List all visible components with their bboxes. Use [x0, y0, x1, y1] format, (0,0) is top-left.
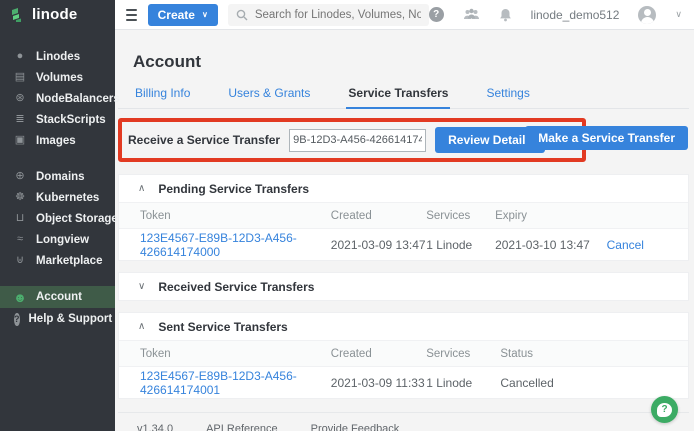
cell-expiry: 2021-03-10 13:47	[495, 238, 590, 252]
pending-transfers-header[interactable]: ∧ Pending Service Transfers	[119, 175, 688, 202]
username[interactable]: linode_demo512	[531, 8, 620, 22]
search-bar[interactable]	[228, 4, 429, 26]
col-created: Created	[331, 210, 426, 222]
sidebar-item-kubernetes[interactable]: ☸ Kubernetes	[0, 187, 115, 208]
tab-users-grants[interactable]: Users & Grants	[226, 86, 312, 108]
search-input[interactable]	[255, 9, 421, 21]
api-reference-link[interactable]: API Reference	[206, 423, 278, 431]
sent-table-header: Token Created Services Status	[119, 340, 688, 367]
cancel-link[interactable]: Cancel	[607, 238, 644, 252]
pending-table-header: Token Created Services Expiry	[119, 202, 688, 229]
topbar-icons: ? linode_demo512 ∨	[429, 6, 694, 24]
logo[interactable]: linode	[0, 0, 115, 30]
token-link[interactable]: 123E4567-E89B-12D3-A456-426614174000	[140, 231, 331, 259]
cell-services: 1 Linode	[426, 376, 500, 390]
user-avatar[interactable]	[638, 6, 656, 24]
collapse-chevron-up-icon: ∧	[138, 322, 145, 332]
linodes-icon: ●	[13, 51, 27, 62]
cell-created: 2021-03-09 11:33	[331, 376, 426, 390]
sidebar-item-marketplace[interactable]: ⊎ Marketplace	[0, 250, 115, 271]
images-icon: ▣	[13, 135, 27, 146]
col-created: Created	[331, 348, 426, 360]
nodebalancers-icon: ⊛	[13, 93, 27, 104]
sidebar-item-nodebalancers[interactable]: ⊛ NodeBalancers	[0, 88, 115, 109]
col-token: Token	[140, 210, 331, 222]
volumes-icon: ▤	[13, 72, 27, 83]
help-support-icon: ?	[14, 313, 20, 326]
account-tabs: Billing Info Users & Grants Service Tran…	[118, 86, 689, 109]
help-chat-question-icon: ?	[657, 403, 672, 417]
notifications-bell-icon[interactable]	[499, 8, 512, 22]
received-transfers-header[interactable]: ∨ Received Service Transfers	[119, 273, 688, 300]
marketplace-icon: ⊎	[13, 255, 27, 266]
logo-text: linode	[32, 6, 77, 23]
object-storage-icon: ⊔	[13, 213, 27, 224]
sidebar-item-help-support[interactable]: ? Help & Support	[0, 308, 115, 330]
footer: v1.34.0 API Reference Provide Feedback	[118, 412, 689, 431]
sidebar-item-volumes[interactable]: ▤ Volumes	[0, 67, 115, 88]
sidebar-item-images[interactable]: ▣ Images	[0, 130, 115, 151]
kubernetes-icon: ☸	[13, 192, 27, 203]
table-row: 123E4567-E89B-12D3-A456-426614174000 202…	[119, 229, 688, 260]
col-expiry: Expiry	[495, 210, 590, 222]
cell-status: Cancelled	[500, 376, 670, 390]
topbar: linode Create ∨ ?	[0, 0, 694, 30]
create-button-label: Create	[158, 8, 195, 22]
cell-created: 2021-03-09 13:47	[331, 238, 426, 252]
sidebar-item-account[interactable]: ☻ Account	[0, 286, 115, 308]
sidebar-item-object-storage[interactable]: ⊔ Object Storage	[0, 208, 115, 229]
sidebar-item-longview[interactable]: ≈ Longview	[0, 229, 115, 250]
sent-transfers-panel: ∧ Sent Service Transfers Token Created S…	[118, 312, 689, 399]
col-token: Token	[140, 348, 331, 360]
receive-transfer-label: Receive a Service Transfer	[128, 133, 280, 147]
transfer-action-row: Receive a Service Transfer Review Detail…	[118, 118, 689, 163]
community-icon[interactable]	[463, 8, 480, 21]
version-label: v1.34.0	[137, 423, 173, 431]
app-window: linode Create ∨ ?	[0, 0, 694, 431]
token-link[interactable]: 123E4567-E89B-12D3-A456-426614174001	[140, 369, 331, 397]
received-transfers-panel: ∨ Received Service Transfers	[118, 272, 689, 301]
main-content: Account Billing Info Users & Grants Serv…	[115, 30, 694, 431]
tab-billing-info[interactable]: Billing Info	[133, 86, 192, 108]
provide-feedback-link[interactable]: Provide Feedback	[311, 423, 400, 431]
longview-icon: ≈	[13, 234, 27, 245]
sidebar-item-domains[interactable]: ⊕ Domains	[0, 166, 115, 187]
tab-service-transfers[interactable]: Service Transfers	[346, 86, 450, 109]
col-status: Status	[500, 348, 670, 360]
linode-logo-icon	[10, 7, 26, 23]
pending-transfers-panel: ∧ Pending Service Transfers Token Create…	[118, 174, 689, 261]
menu-hamburger-icon[interactable]	[126, 9, 137, 21]
table-row: 123E4567-E89B-12D3-A456-426614174001 202…	[119, 367, 688, 398]
annotation-highlight-box: Receive a Service Transfer Review Detail…	[118, 118, 586, 162]
create-button[interactable]: Create ∨	[148, 4, 218, 26]
sidebar-item-stackscripts[interactable]: ≣ StackScripts	[0, 109, 115, 130]
domains-icon: ⊕	[13, 171, 27, 182]
sent-transfers-header[interactable]: ∧ Sent Service Transfers	[119, 313, 688, 340]
stackscripts-icon: ≣	[13, 114, 27, 125]
make-service-transfer-button[interactable]: Make a Service Transfer	[525, 126, 688, 150]
tab-settings[interactable]: Settings	[484, 86, 531, 108]
sidebar: ● Linodes ▤ Volumes ⊛ NodeBalancers ≣ St…	[0, 30, 115, 431]
account-menu-chevron-icon[interactable]: ∨	[675, 9, 682, 20]
chevron-down-icon: ∨	[202, 11, 208, 19]
cell-services: 1 Linode	[426, 238, 495, 252]
help-chat-button[interactable]: ?	[651, 396, 678, 423]
col-services: Services	[426, 348, 500, 360]
search-icon	[236, 9, 248, 21]
sidebar-item-linodes[interactable]: ● Linodes	[0, 46, 115, 67]
transfer-token-input[interactable]	[289, 129, 426, 152]
help-icon[interactable]: ?	[429, 7, 444, 22]
col-services: Services	[426, 210, 495, 222]
collapse-chevron-up-icon: ∧	[138, 184, 145, 194]
expand-chevron-down-icon: ∨	[138, 282, 145, 292]
account-icon: ☻	[13, 291, 27, 304]
page-title: Account	[133, 52, 689, 72]
